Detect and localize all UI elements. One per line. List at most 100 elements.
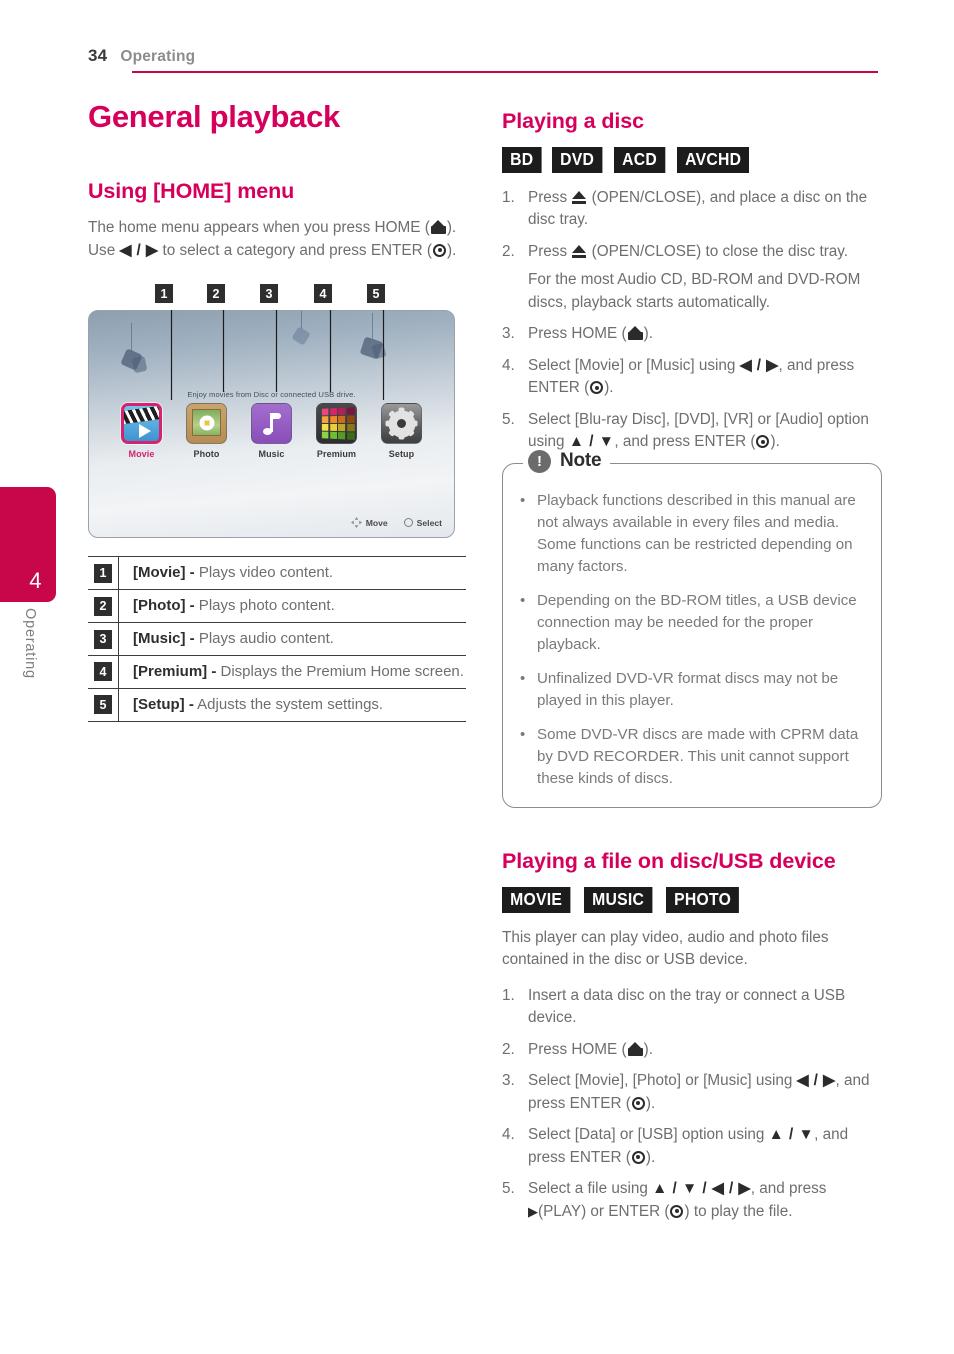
- home-menu-hints: Move Select: [350, 517, 442, 529]
- home-menu-intro-paragraph: The home menu appears when you press HOM…: [88, 219, 457, 259]
- legend-number-1: 1: [94, 563, 112, 583]
- legend-description-5: [Setup] - Adjusts the system settings.: [119, 689, 383, 721]
- badge-photo: PHOTO: [665, 887, 740, 913]
- step-text: Select [Movie] or [Music] using ◀ / ▶, a…: [528, 355, 882, 400]
- step-extra-text: For the most Audio CD, BD-ROM and DVD-RO…: [528, 271, 861, 311]
- intro-line-5: ).: [447, 241, 457, 259]
- list-item: 3. Select [Movie], [Photo] or [Music] us…: [502, 1070, 882, 1115]
- step-text-post2: ).: [770, 433, 780, 451]
- note-title: Note: [560, 450, 602, 472]
- step-text-post2: ).: [645, 1094, 656, 1112]
- intro-line-1: The home menu appears when you press HOM…: [88, 219, 421, 237]
- badge-movie: MOVIE: [502, 887, 571, 913]
- note-box: ! Note • Playback functions described in…: [502, 449, 882, 809]
- eject-icon: [572, 190, 587, 204]
- list-item: • Some DVD-VR discs are made with CPRM d…: [520, 724, 864, 790]
- list-item: 1. Press (OPEN/CLOSE), and place a disc …: [502, 187, 882, 232]
- note-bullet-text: Unfinalized DVD-VR format discs may not …: [537, 669, 839, 709]
- note-header: ! Note: [523, 449, 611, 473]
- bullet-icon: •: [520, 491, 526, 509]
- page-title: General playback: [88, 99, 340, 134]
- legend-term-3: [Music] -: [133, 630, 195, 648]
- home-menu-label-music: Music: [258, 449, 285, 460]
- callout-number-5: 5: [367, 284, 385, 304]
- header-section-title: Operating: [120, 48, 196, 65]
- home-menu-label-photo: Photo: [193, 449, 220, 460]
- home-icon: [430, 220, 446, 235]
- badge-dvd: DVD: [551, 147, 603, 173]
- exclamation-icon: !: [528, 449, 551, 473]
- home-menu-item-setup[interactable]: Setup: [378, 403, 425, 459]
- legend-term-4: [Premium] -: [133, 662, 217, 680]
- playing-file-intro: This player can play video, audio and ph…: [502, 928, 829, 969]
- home-menu-item-photo[interactable]: Photo: [183, 403, 230, 459]
- enter-icon: [756, 435, 770, 449]
- list-item: 1. Insert a data disc on the tray or con…: [502, 985, 882, 1030]
- step-text: Press (OPEN/CLOSE), and place a disc on …: [528, 187, 882, 232]
- header-rule: [132, 71, 878, 73]
- page-number: 34: [88, 46, 108, 65]
- legend-term-2: [Photo] -: [133, 597, 195, 615]
- legend-text-3: Plays audio content.: [194, 630, 334, 648]
- bullet-icon: •: [520, 725, 526, 743]
- note-bullet-text: Playback functions described in this man…: [537, 491, 856, 575]
- enter-icon: [631, 1150, 645, 1164]
- chapter-tab-label: Operating: [22, 608, 38, 679]
- callout-number-2: 2: [207, 284, 225, 304]
- list-item: 4. Select [Movie] or [Music] using ◀ / ▶…: [502, 355, 882, 400]
- enter-icon: [631, 1096, 645, 1110]
- home-menu-item-music[interactable]: Music: [248, 403, 295, 459]
- legend-num-cell: 1: [88, 557, 119, 590]
- step-text: Select [Data] or [USB] option using ▲ / …: [528, 1124, 882, 1169]
- play-icon: ▶: [528, 1203, 538, 1219]
- home-menu-item-movie[interactable]: Movie: [118, 403, 165, 459]
- legend-number-5: 5: [94, 695, 112, 715]
- legend-number-4: 4: [94, 662, 112, 682]
- left-column: General playback Using [HOME] menu The h…: [88, 99, 470, 722]
- step-text-post: ).: [643, 1040, 653, 1058]
- step-text-post2: (PLAY) or ENTER (: [538, 1202, 670, 1220]
- legend-description-3: [Music] - Plays audio content.: [119, 623, 334, 655]
- enter-icon: [590, 381, 604, 395]
- home-icon: [627, 326, 643, 341]
- step-number: 1.: [502, 986, 515, 1004]
- up-down-arrows-icon: ▲ / ▼: [568, 433, 615, 451]
- step-text-pre: Select a file using: [528, 1180, 653, 1198]
- home-menu-figure: Enjoy movies from Disc or connected USB …: [88, 310, 470, 539]
- list-item: 3. Press HOME ().: [502, 323, 882, 345]
- home-menu-item-premium[interactable]: Premium: [313, 403, 360, 459]
- chapter-tab: 4: [0, 487, 56, 602]
- legend-num-cell: 5: [88, 688, 119, 721]
- step-text-post: , and press ENTER (: [614, 433, 756, 451]
- step-number: 1.: [502, 188, 515, 206]
- step-text-post3: ) to play the file.: [684, 1202, 793, 1220]
- chapter-number: 4: [29, 568, 42, 593]
- badge-bd: BD: [502, 147, 542, 173]
- list-item: 5. Select [Blu-ray Disc], [DVD], [VR] or…: [502, 409, 882, 454]
- list-item: 2. Press HOME ().: [502, 1039, 882, 1061]
- step-text: Press (OPEN/CLOSE) to close the disc tra…: [528, 241, 882, 314]
- playing-file-steps: 1. Insert a data disc on the tray or con…: [502, 985, 882, 1223]
- list-item: 2. Press (OPEN/CLOSE) to close the disc …: [502, 241, 882, 314]
- step-text-post: ).: [643, 325, 653, 343]
- hint-move: Move: [350, 517, 388, 529]
- home-menu-label-premium: Premium: [316, 449, 357, 460]
- photo-flower-icon: [186, 403, 227, 445]
- list-item: • Unfinalized DVD-VR format discs may no…: [520, 668, 864, 712]
- step-text-post2: ).: [645, 1148, 656, 1166]
- home-menu-legend-table: 1 [Movie] - Plays video content. 2 [Phot…: [88, 556, 466, 722]
- step-text-pre: Select [Data] or [USB] option using: [528, 1126, 769, 1144]
- home-menu-label-setup: Setup: [388, 449, 415, 460]
- step-text-post: , and press: [750, 1180, 827, 1198]
- step-text-pre: Press: [528, 188, 572, 206]
- media-badges-file: MOVIE MUSIC PHOTO: [502, 887, 882, 913]
- note-bullet-text: Depending on the BD-ROM titles, a USB de…: [537, 591, 857, 653]
- legend-number-2: 2: [94, 596, 112, 616]
- table-row: 3 [Music] - Plays audio content.: [88, 623, 466, 656]
- section-heading-playing-disc: Playing a disc: [502, 109, 644, 133]
- list-item: 4. Select [Data] or [USB] option using ▲…: [502, 1124, 882, 1169]
- music-note-icon: [251, 403, 292, 445]
- left-right-arrows-icon: ◀ / ▶: [119, 241, 159, 259]
- step-text-pre: Press HOME (: [528, 1040, 627, 1058]
- note-bullet-list: • Playback functions described in this m…: [520, 490, 864, 790]
